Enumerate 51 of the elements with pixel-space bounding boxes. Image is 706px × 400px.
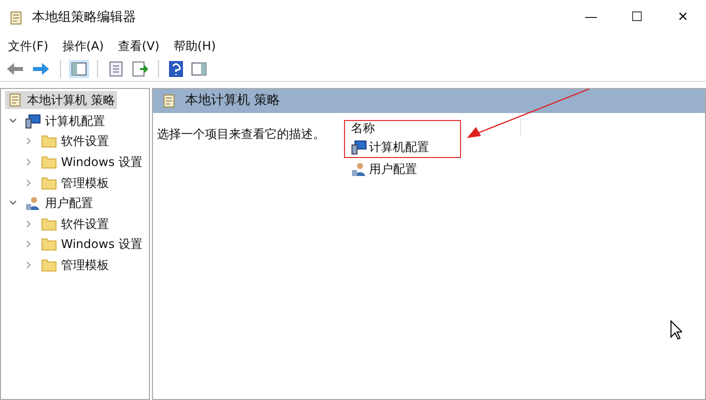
user-icon — [25, 195, 41, 212]
back-arrow-icon[interactable] — [6, 62, 24, 76]
properties-icon[interactable] — [108, 60, 124, 76]
menu-item[interactable]: 查看(V) — [118, 37, 160, 55]
forward-arrow-icon[interactable] — [32, 62, 50, 76]
folder-icon — [41, 134, 57, 148]
column-header: 名称 — [351, 120, 375, 136]
tree-item[interactable]: 管理模板 — [39, 256, 111, 274]
menu-item[interactable]: 文件(F) — [8, 37, 48, 55]
chevron-right-icon[interactable] — [25, 158, 33, 166]
mouse-cursor-icon — [670, 320, 682, 340]
computer-icon — [25, 112, 41, 129]
tree-item[interactable]: 计算机配置 — [23, 112, 107, 130]
tree-item[interactable]: 本地计算机 策略 — [5, 91, 117, 110]
tree-item[interactable]: Windows 设置 — [39, 235, 144, 254]
chevron-down-icon[interactable] — [9, 116, 17, 125]
tree-item[interactable]: 管理模板 — [39, 174, 111, 192]
scroll-icon — [161, 93, 177, 109]
folder-icon — [41, 216, 57, 231]
chevron-right-icon[interactable] — [25, 220, 33, 228]
tree-item[interactable]: Windows 设置 — [39, 153, 144, 172]
help-icon[interactable] — [169, 60, 183, 76]
tree-pane-icon[interactable] — [71, 62, 87, 76]
maximize-button[interactable]: ☐ — [614, 3, 660, 33]
tree-item[interactable]: 软件设置 — [39, 214, 111, 233]
folder-icon — [41, 237, 57, 252]
scroll-icon — [8, 10, 24, 26]
description-text: 选择一个项目来查看它的描述。 — [157, 127, 325, 141]
folder-icon — [41, 176, 57, 190]
folder-icon — [41, 258, 57, 272]
menu-item[interactable]: 操作(A) — [62, 37, 104, 55]
minimize-button[interactable]: — — [568, 3, 614, 33]
menu-item[interactable]: 帮助(H) — [173, 37, 216, 55]
chevron-right-icon[interactable] — [25, 261, 33, 270]
chevron-right-icon[interactable] — [25, 240, 33, 248]
user-icon — [351, 160, 367, 176]
list-item[interactable]: 用户配置 — [351, 159, 417, 178]
list-item[interactable]: 计算机配置 — [351, 137, 429, 156]
action-pane-icon[interactable] — [191, 62, 207, 76]
chevron-right-icon[interactable] — [25, 178, 33, 187]
computer-icon — [351, 138, 367, 154]
folder-icon — [41, 155, 57, 170]
tree-item[interactable]: 软件设置 — [39, 132, 111, 150]
close-button[interactable]: ✕ — [660, 3, 706, 33]
export-list-icon[interactable] — [132, 60, 148, 76]
chevron-right-icon[interactable] — [25, 137, 33, 146]
window-title: 本地组策略编辑器 — [32, 9, 136, 28]
tree-item[interactable]: 用户配置 — [23, 194, 95, 212]
pane-title: 本地计算机 策略 — [185, 92, 280, 110]
scroll-icon — [7, 92, 23, 108]
chevron-down-icon[interactable] — [9, 199, 17, 208]
